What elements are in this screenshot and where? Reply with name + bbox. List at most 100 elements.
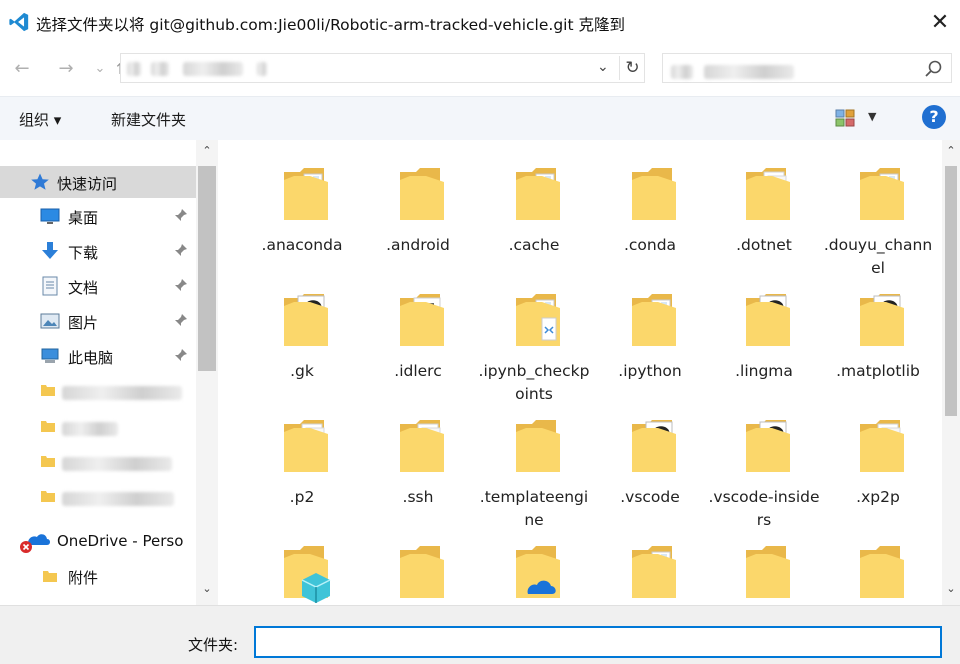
blurred-segment: [62, 421, 118, 436]
sidebar-item-label: 此电脑: [68, 349, 114, 367]
onedrive-icon: [20, 534, 50, 553]
folder-item[interactable]: [246, 528, 358, 605]
folder-name: .ipython: [618, 362, 682, 380]
sidebar-item-this-pc[interactable]: 此电脑: [0, 340, 196, 372]
sidebar-item-quick-access[interactable]: 快速访问: [0, 166, 196, 198]
folder-paper-icon: [742, 162, 794, 228]
scroll-up-icon[interactable]: ⌃: [200, 144, 214, 157]
scroll-up-icon[interactable]: ⌃: [944, 144, 958, 157]
address-dropdown-icon[interactable]: ⌄: [597, 59, 609, 75]
blurred-label: [62, 489, 174, 507]
organize-button[interactable]: 组织 ▾: [19, 109, 61, 130]
search-box[interactable]: [662, 53, 952, 83]
folder-item[interactable]: .idlerc: [362, 276, 474, 396]
folder-item[interactable]: .lingma: [708, 276, 820, 396]
folder-icon: [742, 540, 794, 605]
folder-item[interactable]: .anaconda: [246, 150, 358, 270]
folder-music-icon: [742, 414, 794, 480]
sidebar-item-label: 下载: [68, 244, 99, 262]
vscode-icon: [9, 12, 29, 32]
folder-name: .dotnet: [736, 236, 792, 254]
recent-locations-icon[interactable]: ⌄: [88, 58, 112, 80]
sidebar-item-desktop[interactable]: 桌面: [0, 200, 196, 232]
pin-icon[interactable]: [174, 313, 188, 327]
address-path-obscured: [127, 61, 268, 76]
folder-doc-icon: [280, 162, 332, 228]
address-bar[interactable]: ⌄ ↻: [120, 53, 645, 83]
folder-item[interactable]: .gk: [246, 276, 358, 396]
sidebar-item-obscured[interactable]: [0, 445, 196, 477]
folder-name: .douyu_channel: [823, 236, 933, 277]
folder-item[interactable]: .ipynb_checkpoints: [478, 276, 590, 403]
title-bar: 选择文件夹以将 git@github.com:Jie00li/Robotic-a…: [0, 0, 960, 46]
folder-item[interactable]: .xp2p: [822, 402, 934, 522]
folder-item[interactable]: [822, 528, 934, 605]
forward-arrow-icon[interactable]: →: [54, 58, 78, 80]
computer-icon: [41, 348, 59, 363]
folder-3d-icon: [280, 540, 332, 605]
sidebar-item-obscured[interactable]: [0, 480, 196, 512]
folder-item[interactable]: .templateengine: [478, 402, 590, 529]
blurred-segment: [704, 64, 795, 79]
folder-item[interactable]: .p2: [246, 402, 358, 522]
folder-item[interactable]: .android: [362, 150, 474, 270]
folder-item[interactable]: .douyu_channel: [822, 150, 934, 277]
folder-label: 文件夹:: [188, 636, 239, 654]
pin-icon[interactable]: [174, 278, 188, 292]
folder-item[interactable]: .cache: [478, 150, 590, 270]
scrollbar-thumb[interactable]: [945, 166, 957, 416]
folder-name: .p2: [289, 488, 315, 506]
folder-item[interactable]: [362, 528, 474, 605]
folder-icon: [43, 571, 57, 582]
view-dropdown-icon[interactable]: ▼: [868, 110, 876, 123]
search-icon[interactable]: [921, 57, 945, 81]
folder-item[interactable]: [594, 528, 706, 605]
help-icon[interactable]: ?: [922, 105, 946, 129]
folder-paper-icon: [856, 414, 908, 480]
pin-icon[interactable]: [174, 208, 188, 222]
folder-item[interactable]: .ssh: [362, 402, 474, 522]
folder-item[interactable]: .vscode-insiders: [708, 402, 820, 529]
scroll-down-icon[interactable]: ⌄: [200, 582, 214, 595]
blurred-segment: [62, 456, 172, 471]
sidebar-item-documents[interactable]: 文档: [0, 270, 196, 302]
sidebar-item-label: 文档: [68, 279, 99, 297]
pin-icon[interactable]: [174, 243, 188, 257]
folder-name: .vscode: [620, 488, 680, 506]
folder-name: .lingma: [735, 362, 793, 380]
folder-name: .ssh: [402, 488, 434, 506]
folder-name: .ipynb_checkpoints: [478, 362, 590, 403]
sidebar-item-onedrive[interactable]: OneDrive - Perso: [0, 525, 196, 557]
content-scrollbar[interactable]: ⌃ ⌄: [942, 140, 960, 605]
back-arrow-icon[interactable]: ←: [10, 58, 34, 80]
folder-item[interactable]: .ipython: [594, 276, 706, 396]
close-icon[interactable]: ✕: [926, 9, 954, 37]
folder-name-input[interactable]: [254, 626, 942, 658]
blurred-segment: [62, 385, 182, 400]
folder-doc-icon: [628, 540, 680, 605]
sidebar-item-downloads[interactable]: 下载: [0, 235, 196, 267]
folder-item[interactable]: .conda: [594, 150, 706, 270]
scrollbar-thumb[interactable]: [198, 166, 216, 371]
blurred-segment: [257, 61, 268, 76]
folder-item[interactable]: .matplotlib: [822, 276, 934, 396]
sidebar-item-pictures[interactable]: 图片: [0, 305, 196, 337]
sidebar-item-obscured[interactable]: [0, 595, 196, 605]
document-icon: [42, 276, 58, 296]
folder-music-icon: [280, 288, 332, 354]
refresh-icon[interactable]: ↻: [619, 56, 645, 80]
sidebar-item-attachments[interactable]: 附件: [0, 560, 196, 592]
sidebar-item-obscured[interactable]: [0, 374, 196, 406]
pin-icon[interactable]: [174, 348, 188, 362]
new-folder-button[interactable]: 新建文件夹: [111, 109, 186, 130]
sidebar-scrollbar[interactable]: ⌃ ⌄: [196, 140, 218, 605]
command-bar: 组织 ▾ 新建文件夹 ▼ ?: [0, 96, 960, 140]
scroll-down-icon[interactable]: ⌄: [944, 582, 958, 595]
sidebar-item-obscured[interactable]: [0, 410, 196, 442]
folder-item[interactable]: .dotnet: [708, 150, 820, 270]
folder-item[interactable]: [708, 528, 820, 605]
view-options-icon[interactable]: [835, 109, 855, 127]
folder-item[interactable]: .vscode: [594, 402, 706, 522]
folder-item[interactable]: [478, 528, 590, 605]
folder-name: .vscode-insiders: [708, 488, 820, 529]
